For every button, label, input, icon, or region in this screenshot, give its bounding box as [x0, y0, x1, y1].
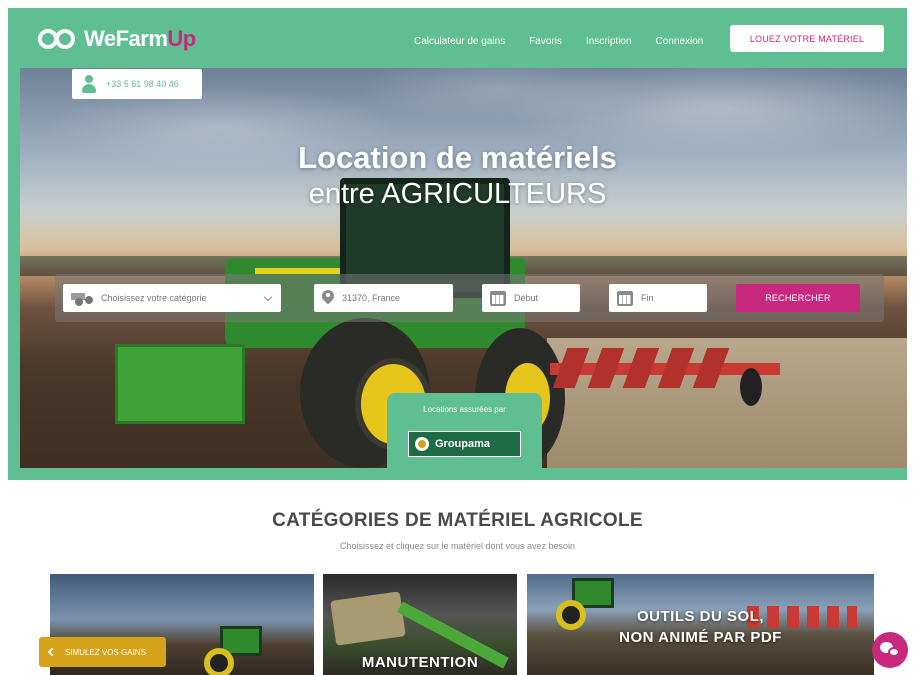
category-card-title: MANUTENTION — [361, 654, 479, 671]
simulate-gains-label: SIMULEZ VOS GAINS — [65, 647, 146, 657]
category-select-value: Choisissez votre catégorie — [101, 293, 207, 303]
start-date-input[interactable]: Début — [482, 284, 580, 312]
simulate-gains-button[interactable]: SIMULEZ VOS GAINS — [39, 637, 166, 667]
main-nav: Calculateur de gains Favoris Inscription… — [414, 36, 703, 47]
categories-subtitle: Choisissez et cliquez sur le matériel do… — [339, 541, 576, 551]
nav-favoris[interactable]: Favoris — [529, 36, 562, 47]
nav-calculateur[interactable]: Calculateur de gains — [414, 36, 505, 47]
plough-illustration — [550, 338, 790, 406]
nav-connexion[interactable]: Connexion — [656, 36, 704, 47]
groupama-logo[interactable]: Groupama — [408, 431, 521, 457]
rent-equipment-button[interactable]: LOUEZ VOTRE MATÉRIEL — [730, 25, 884, 52]
hero-title-line2: entre AGRICULTEURS — [308, 178, 607, 210]
chat-icon-bubble — [888, 647, 900, 657]
site-logo[interactable]: WeFarmUp — [38, 26, 196, 52]
chevron-down-icon — [263, 292, 273, 301]
bale-image — [330, 591, 406, 646]
nav-inscription[interactable]: Inscription — [586, 36, 632, 47]
category-card-title: OUTILS DU SOL, NON ANIMÉ PAR PDF — [619, 608, 782, 646]
tractor-image — [200, 626, 280, 675]
hero-title: Location de matériels entre AGRICULTEURS — [0, 140, 915, 211]
end-date-input[interactable]: Fin — [609, 284, 707, 312]
calendar-icon — [617, 290, 633, 306]
location-pin-icon — [322, 290, 334, 306]
categories-title: CATÉGORIES DE MATÉRIEL AGRICOLE — [272, 510, 643, 531]
search-button[interactable]: RECHERCHER — [736, 284, 860, 312]
location-input-value: 31370, France — [342, 293, 401, 303]
end-date-placeholder: Fin — [641, 293, 654, 303]
category-card-manutention[interactable]: MANUTENTION — [323, 574, 517, 675]
groupama-text: Groupama — [435, 438, 491, 450]
logo-mark-icon — [38, 27, 78, 51]
tractor-icon — [71, 291, 93, 306]
insurance-label: Locations assurées par — [423, 405, 506, 414]
page: WeFarmUp Calculateur de gains Favoris In… — [0, 0, 915, 675]
location-input[interactable]: 31370, France — [314, 284, 453, 312]
hero-title-line1: Location de matériels — [298, 140, 617, 175]
phone-contact[interactable]: +33 5 61 98 40 46 — [72, 69, 202, 99]
category-card-soil-tools[interactable]: OUTILS DU SOL, NON ANIMÉ PAR PDF — [527, 574, 874, 675]
user-phone-icon — [82, 75, 96, 93]
calendar-icon — [490, 290, 506, 306]
start-date-placeholder: Début — [514, 293, 539, 303]
logo-text: WeFarm — [84, 26, 168, 51]
chat-button[interactable] — [872, 632, 908, 668]
groupama-icon — [415, 437, 429, 451]
insurance-box: Locations assurées par Groupama — [387, 393, 542, 468]
chevron-left-icon — [47, 647, 57, 657]
logo-accent-text: Up — [167, 26, 196, 51]
phone-number: +33 5 61 98 40 46 — [106, 79, 179, 89]
category-select[interactable]: Choisissez votre catégorie — [63, 284, 281, 312]
